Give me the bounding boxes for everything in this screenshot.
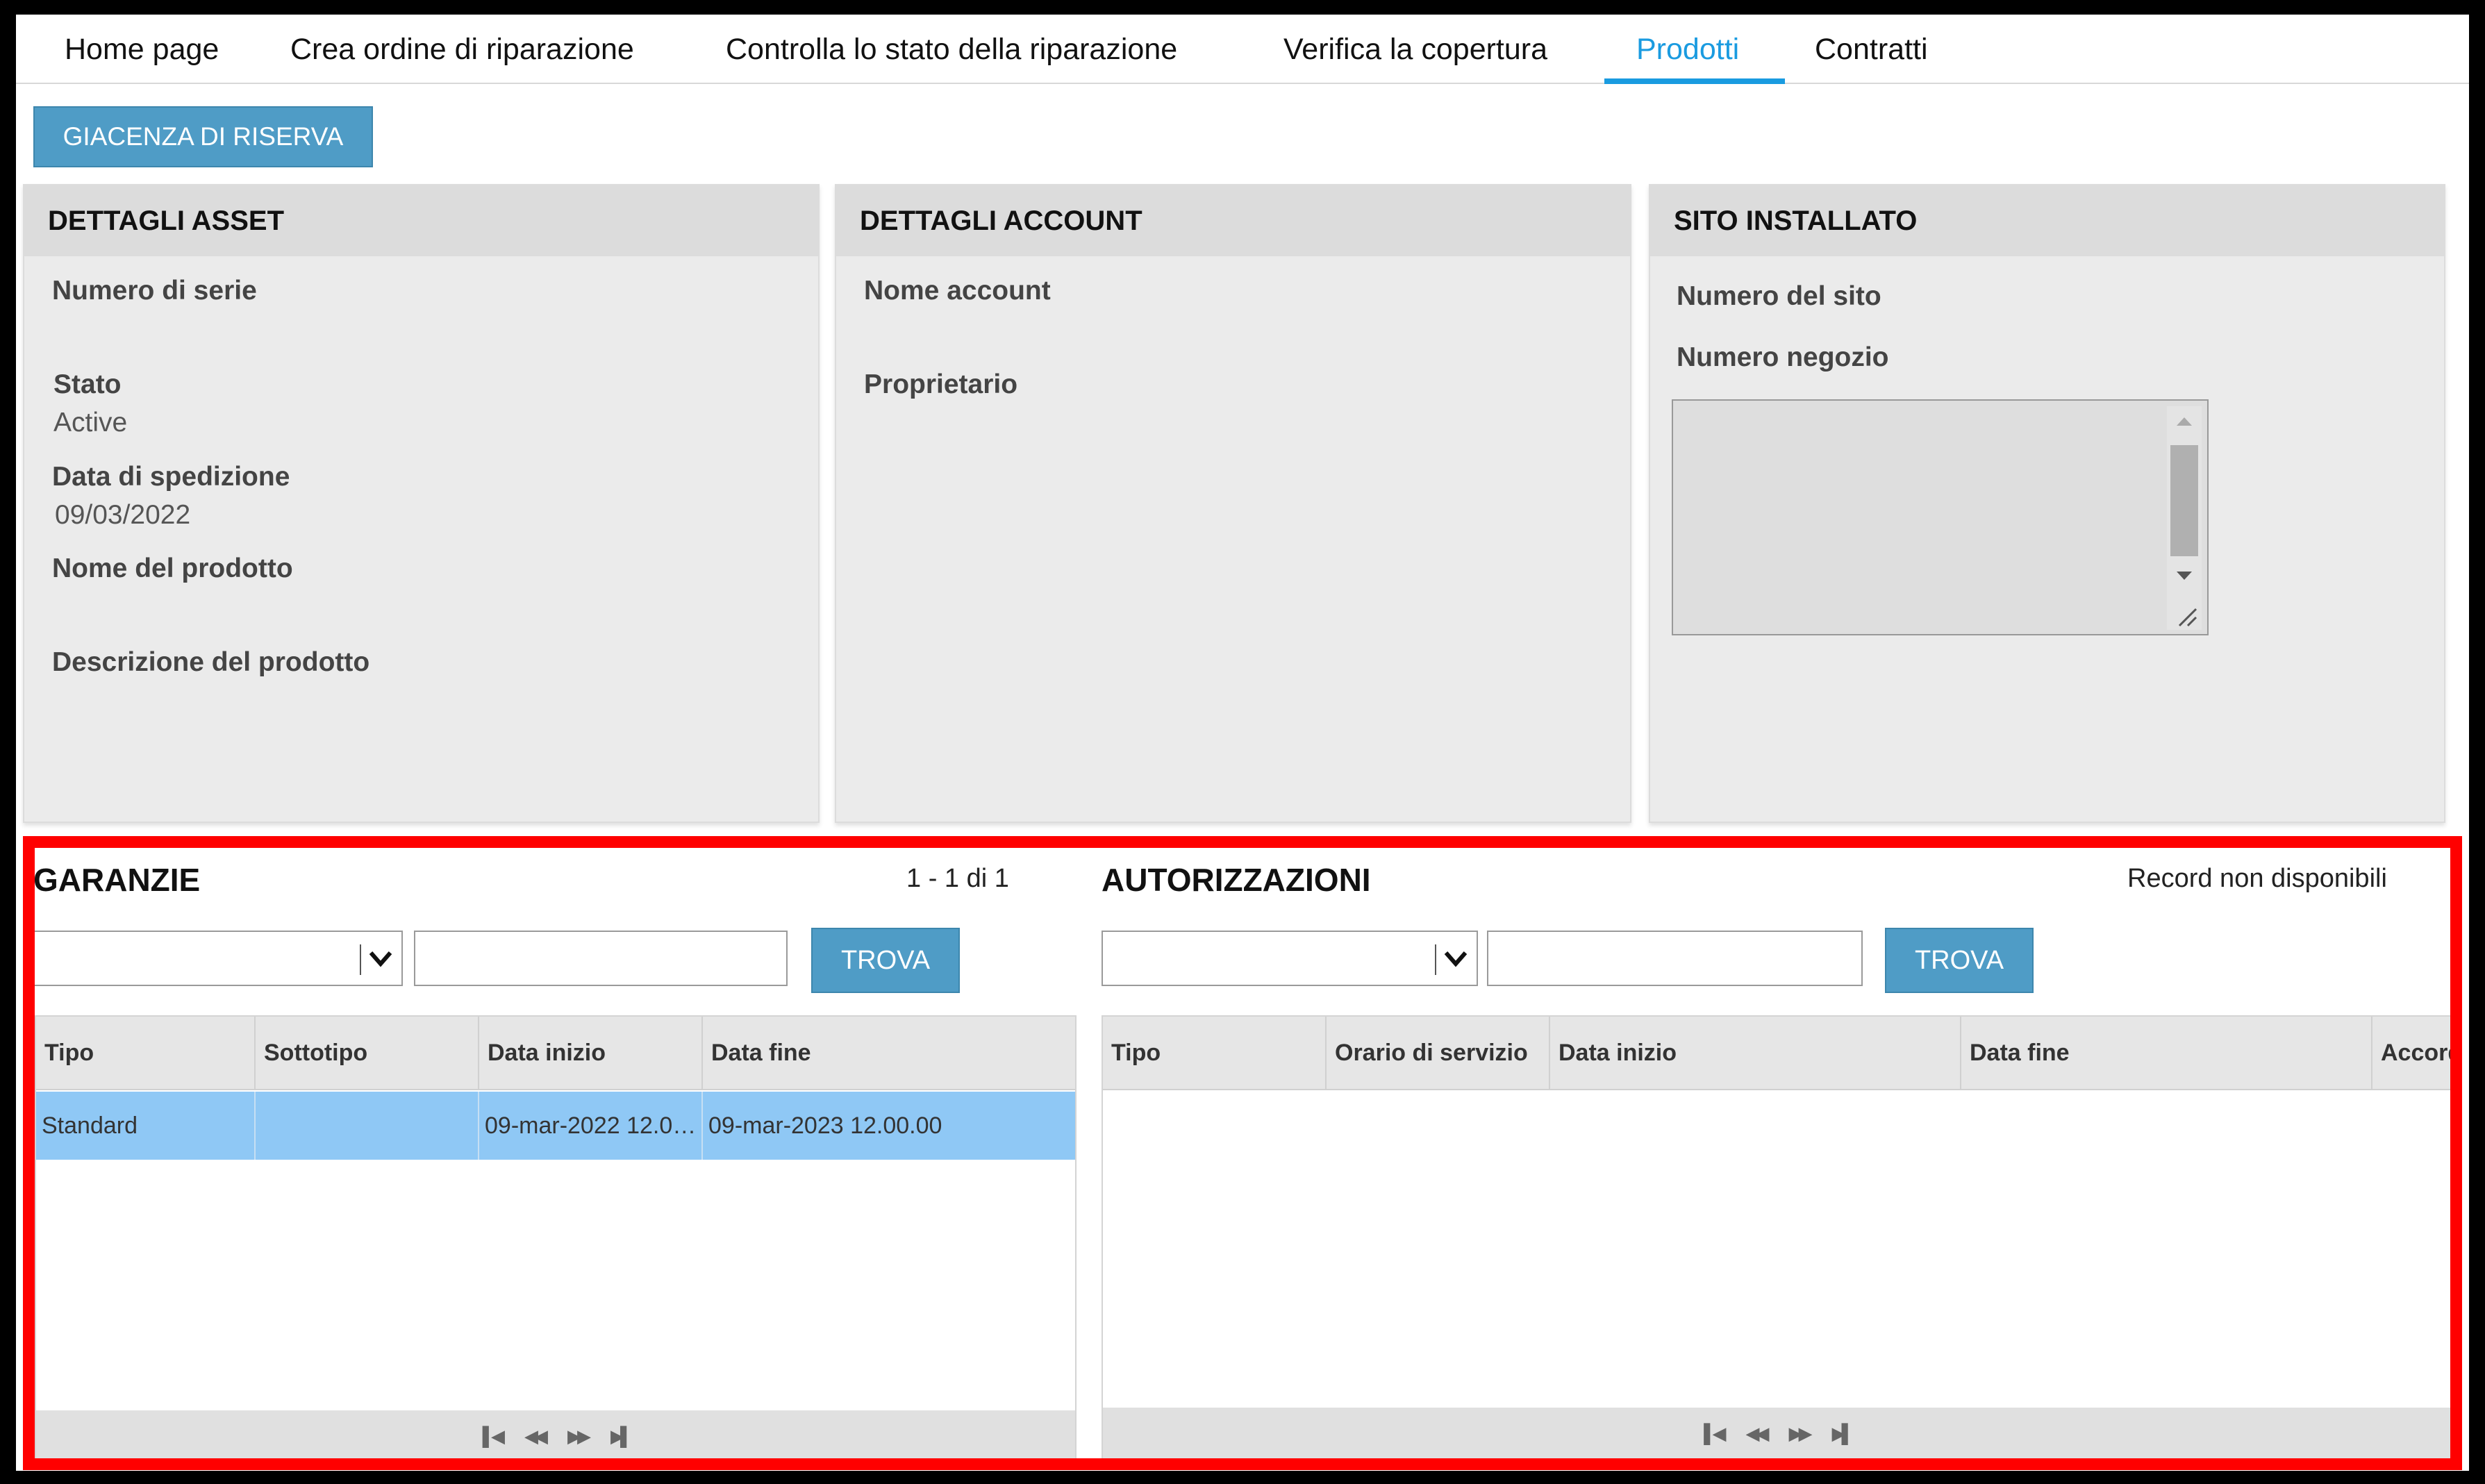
col-header-type[interactable]: Tipo xyxy=(1103,1017,1327,1089)
warranties-search-input[interactable] xyxy=(414,931,788,986)
warranties-title: GARANZIE xyxy=(33,862,201,898)
authorizations-find-button[interactable]: TROVA xyxy=(1885,928,2034,993)
cell-end-date: 09-mar-2023 12.00.00 xyxy=(708,1112,942,1139)
col-header-agreement[interactable]: Accordo xyxy=(2372,1017,2451,1089)
account-details-card: DETTAGLI ACCOUNT Nome account Proprietar… xyxy=(835,184,1631,823)
authorizations-count: Record non disponibili xyxy=(2127,864,2387,893)
next-page-icon[interactable]: ▶▶ xyxy=(567,1426,591,1447)
status-value: Active xyxy=(53,408,128,437)
tab-create-repair-order[interactable]: Crea ordine di riparazione xyxy=(290,15,634,84)
warranties-count: 1 - 1 di 1 xyxy=(906,864,1009,893)
last-page-icon[interactable]: ▶▌ xyxy=(610,1426,633,1447)
last-page-icon[interactable]: ▶▌ xyxy=(1832,1423,1855,1444)
ship-date-value: 09/03/2022 xyxy=(55,500,191,530)
cell-subtype xyxy=(256,1092,479,1160)
resize-handle-icon[interactable] xyxy=(2177,608,2197,627)
tab-check-repair-status[interactable]: Controlla lo stato della riparazione xyxy=(726,15,1177,84)
site-number-label: Numero del sito xyxy=(1677,281,1881,311)
ship-date-label: Data di spedizione xyxy=(52,462,290,492)
main-nav-tabs: Home page Crea ordine di riparazione Con… xyxy=(16,15,2469,84)
prev-page-icon[interactable]: ◀◀ xyxy=(524,1426,548,1447)
col-header-start-date[interactable]: Data inizio xyxy=(479,1017,703,1089)
active-tab-indicator xyxy=(1604,78,1785,84)
chevron-down-icon xyxy=(369,951,392,967)
textarea-scrollbar[interactable] xyxy=(2167,406,2202,630)
authorizations-pager: ▌◀ ◀◀ ▶▶ ▶▌ xyxy=(1103,1408,2451,1459)
warranties-filter-select[interactable] xyxy=(33,931,403,986)
authorizations-title: AUTORIZZAZIONI xyxy=(1102,862,1371,898)
cell-type: Standard xyxy=(36,1092,256,1160)
authorizations-grid-header: Tipo Orario di servizio Data inizio Data… xyxy=(1103,1017,2451,1090)
table-row[interactable]: Standard 09-mar-2022 12.00.00 09-mar-202… xyxy=(36,1092,1075,1160)
warranties-grid: Tipo Sottotipo Data inizio Data fine Sta… xyxy=(35,1015,1077,1463)
reserve-stock-button[interactable]: GIACENZA DI RISERVA xyxy=(33,106,373,167)
scrollbar-thumb[interactable] xyxy=(2170,445,2198,556)
tab-products[interactable]: Prodotti xyxy=(1636,15,1739,84)
store-number-label: Numero negozio xyxy=(1677,342,1889,372)
prev-page-icon[interactable]: ◀◀ xyxy=(1746,1423,1770,1444)
authorizations-filter-select[interactable] xyxy=(1102,931,1478,986)
scroll-down-icon[interactable] xyxy=(2175,570,2193,581)
first-page-icon[interactable]: ▌◀ xyxy=(1704,1423,1727,1444)
status-label: Stato xyxy=(53,369,122,399)
tab-home[interactable]: Home page xyxy=(65,15,219,84)
site-notes-textarea[interactable] xyxy=(1672,399,2209,635)
tab-check-coverage[interactable]: Verifica la copertura xyxy=(1283,15,1547,84)
product-description-label: Descrizione del prodotto xyxy=(52,647,370,677)
col-header-end-date[interactable]: Data fine xyxy=(1961,1017,2372,1089)
serial-number-label: Numero di serie xyxy=(52,276,257,306)
col-header-subtype[interactable]: Sottotipo xyxy=(256,1017,479,1089)
authorizations-search-input[interactable] xyxy=(1487,931,1863,986)
account-details-title: DETTAGLI ACCOUNT xyxy=(836,185,1630,256)
asset-details-card: DETTAGLI ASSET Numero di serie Stato Act… xyxy=(23,184,820,823)
next-page-icon[interactable]: ▶▶ xyxy=(1789,1423,1813,1444)
owner-label: Proprietario xyxy=(864,369,1018,399)
warranties-find-button[interactable]: TROVA xyxy=(811,928,960,993)
tab-contracts[interactable]: Contratti xyxy=(1815,15,1928,84)
installed-site-title: SITO INSTALLATO xyxy=(1650,185,2444,256)
scroll-up-icon[interactable] xyxy=(2175,416,2193,427)
chevron-down-icon xyxy=(1444,951,1468,967)
warranties-grid-header: Tipo Sottotipo Data inizio Data fine xyxy=(36,1017,1075,1090)
product-name-label: Nome del prodotto xyxy=(52,553,293,583)
col-header-start-date[interactable]: Data inizio xyxy=(1550,1017,1961,1089)
cell-start-date: 09-mar-2022 12.00.00 xyxy=(479,1092,703,1160)
authorizations-grid: Tipo Orario di servizio Data inizio Data… xyxy=(1102,1015,2451,1463)
col-header-service-hours[interactable]: Orario di servizio xyxy=(1327,1017,1550,1089)
warranties-pager: ▌◀ ◀◀ ▶▶ ▶▌ xyxy=(36,1410,1075,1462)
asset-details-title: DETTAGLI ASSET xyxy=(24,185,818,256)
col-header-end-date[interactable]: Data fine xyxy=(703,1017,1075,1089)
first-page-icon[interactable]: ▌◀ xyxy=(483,1426,506,1447)
col-header-type[interactable]: Tipo xyxy=(36,1017,256,1089)
account-name-label: Nome account xyxy=(864,276,1051,306)
